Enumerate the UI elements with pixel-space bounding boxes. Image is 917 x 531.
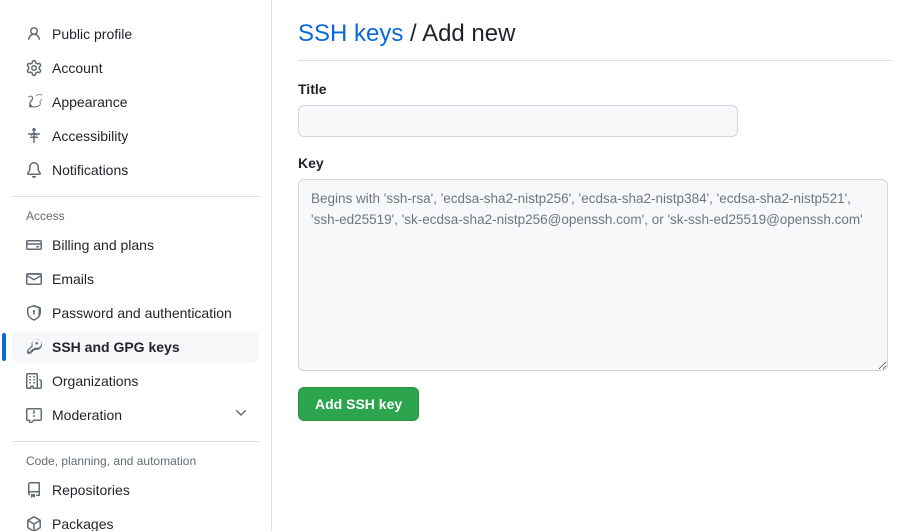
sidebar-item-label: Packages [52, 516, 114, 531]
paintbrush-icon [26, 92, 42, 112]
settings-sidebar: Public profile Account Appearance Accessibi… [0, 0, 272, 531]
sidebar-item-appearance[interactable]: Appearance [12, 86, 259, 118]
sidebar-group: Code, planning, and automation Repositori… [0, 452, 271, 531]
breadcrumb-ssh-keys-link[interactable]: SSH keys [298, 20, 403, 47]
sidebar-item-label: Notifications [52, 162, 129, 178]
sidebar-divider [12, 441, 259, 442]
sidebar-item-billing-and-plans[interactable]: Billing and plans [12, 229, 259, 261]
breadcrumb-current: Add new [422, 20, 516, 47]
bell-icon [26, 160, 42, 180]
settings-page: Public profile Account Appearance Accessibi… [0, 0, 917, 531]
sidebar-item-public-profile[interactable]: Public profile [12, 18, 259, 50]
mail-icon [26, 269, 42, 289]
package-icon [26, 514, 42, 531]
page-title: SSH keys / Add new [298, 18, 891, 61]
sidebar-item-ssh-and-gpg-keys[interactable]: SSH and GPG keys [2, 331, 259, 363]
breadcrumb-separator: / [410, 20, 417, 47]
person-icon [26, 24, 42, 44]
title-field-group: Title [298, 79, 891, 137]
sidebar-item-label: Accessibility [52, 128, 129, 144]
sidebar-item-accessibility[interactable]: Accessibility [12, 120, 259, 152]
sidebar-item-account[interactable]: Account [12, 52, 259, 84]
sidebar-divider [12, 196, 259, 197]
report-icon [26, 405, 42, 425]
shield-lock-icon [26, 303, 42, 323]
chevron-down-icon[interactable] [233, 405, 249, 421]
key-icon [26, 337, 42, 357]
sidebar-group: Access Billing and plans Emails Password an… [0, 207, 271, 431]
gear-icon [26, 58, 42, 78]
sidebar-item-label: Account [52, 60, 103, 76]
sidebar-item-emails[interactable]: Emails [12, 263, 259, 295]
sidebar-item-moderation[interactable]: Moderation [12, 399, 259, 431]
add-ssh-key-button[interactable]: Add SSH key [298, 387, 420, 421]
main-content: SSH keys / Add new Title Key Add SSH key [272, 0, 917, 531]
sidebar-item-label: SSH and GPG keys [52, 339, 180, 355]
repo-icon [26, 480, 42, 500]
sidebar-item-label: Password and authentication [52, 305, 232, 321]
sidebar-item-label: Billing and plans [52, 237, 154, 253]
key-textarea[interactable] [298, 179, 888, 371]
sidebar-item-label: Organizations [52, 373, 139, 389]
title-field-label: Title [298, 81, 327, 97]
sidebar-item-label: Repositories [52, 482, 130, 498]
key-field-group: Key [298, 153, 891, 371]
sidebar-section-title: Access [26, 209, 65, 223]
sidebar-group: Public profile Account Appearance Accessibi… [0, 18, 271, 186]
sidebar-item-notifications[interactable]: Notifications [12, 154, 259, 186]
sidebar-item-label: Moderation [52, 407, 123, 423]
title-input[interactable] [298, 105, 738, 137]
sidebar-item-password-and-authentication[interactable]: Password and authentication [12, 297, 259, 329]
sidebar-item-packages[interactable]: Packages [12, 508, 259, 531]
sidebar-item-label: Emails [52, 271, 95, 287]
key-field-label: Key [298, 155, 324, 171]
sidebar-item-repositories[interactable]: Repositories [12, 474, 259, 506]
sidebar-item-label: Appearance [52, 94, 128, 110]
accessibility-icon [26, 126, 42, 146]
credit-card-icon [26, 235, 42, 255]
sidebar-item-label: Public profile [52, 26, 133, 42]
sidebar-section-title: Code, planning, and automation [26, 454, 197, 468]
organization-icon [26, 371, 42, 391]
sidebar-item-organizations[interactable]: Organizations [12, 365, 259, 397]
